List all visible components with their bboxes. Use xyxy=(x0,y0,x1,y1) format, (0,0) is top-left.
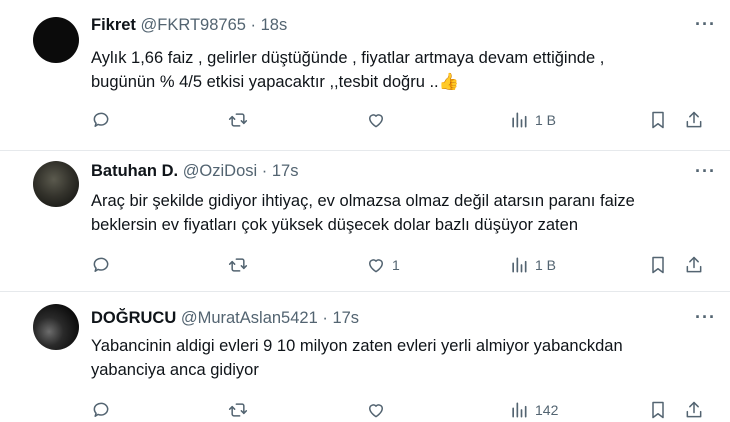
display-name[interactable]: Fikret xyxy=(91,16,136,34)
action-bar: 142 xyxy=(91,398,711,422)
avatar[interactable] xyxy=(33,17,79,63)
reply-icon xyxy=(93,402,109,417)
timestamp[interactable]: · 17s xyxy=(262,162,299,180)
bookmark-icon xyxy=(652,256,664,274)
tweet-text: Araç bir şekilde gidiyor ihtiyaç, ev olm… xyxy=(91,189,691,237)
views-icon xyxy=(512,112,527,128)
tweet-text-line: bugünün % 4/5 etkisi yapacaktır ,,tesbit… xyxy=(91,73,460,91)
retweet-icon xyxy=(228,258,248,272)
heart-icon xyxy=(369,114,383,128)
display-name[interactable]: DOĞRUCU xyxy=(91,309,176,327)
tweet[interactable]: Fikret @FKRT98765 · 18s ··· Aylık 1,66 f… xyxy=(0,0,730,150)
retweet-button[interactable] xyxy=(228,398,248,422)
bookmark-button[interactable] xyxy=(648,108,668,132)
bookmark-button[interactable] xyxy=(648,253,668,277)
heart-icon xyxy=(369,404,383,418)
tweet-text-line: beklersin ev fiyatları çok yüksek düşece… xyxy=(91,216,578,234)
reply-button[interactable] xyxy=(91,108,111,132)
more-options-icon[interactable]: ··· xyxy=(695,307,716,328)
action-bar: 1 B xyxy=(91,108,711,132)
views-button[interactable]: 1 B xyxy=(509,253,556,277)
views-icon xyxy=(512,402,527,418)
avatar[interactable] xyxy=(33,304,79,350)
share-icon xyxy=(686,256,702,273)
heart-icon xyxy=(369,259,383,273)
action-bar: 1 1 B xyxy=(91,253,711,277)
bookmark-button[interactable] xyxy=(648,398,668,422)
timestamp[interactable]: · 17s xyxy=(322,309,359,327)
avatar[interactable] xyxy=(33,161,79,207)
tweet-text: Yabancinin aldigi evleri 9 10 milyon zat… xyxy=(91,334,691,382)
view-count: 1 B xyxy=(535,112,557,128)
share-button[interactable] xyxy=(684,253,704,277)
like-count: 1 xyxy=(392,257,400,273)
timestamp[interactable]: · 18s xyxy=(251,16,288,34)
more-options-icon[interactable]: ··· xyxy=(695,14,716,35)
tweet-text-line: Yabancinin aldigi evleri 9 10 milyon zat… xyxy=(91,337,623,355)
view-count: 142 xyxy=(535,402,559,418)
view-count: 1 B xyxy=(535,257,557,273)
retweet-icon xyxy=(228,113,248,127)
tweet-text-line: Araç bir şekilde gidiyor ihtiyaç, ev olm… xyxy=(91,192,635,210)
share-button[interactable] xyxy=(684,398,704,422)
handle[interactable]: @MuratAslan5421 xyxy=(181,309,318,327)
tweet-text: Aylık 1,66 faiz , gelirler düştüğünde , … xyxy=(91,46,691,94)
handle[interactable]: @OziDosi xyxy=(183,162,258,180)
reply-icon xyxy=(93,257,109,272)
display-name[interactable]: Batuhan D. xyxy=(91,162,178,180)
bookmark-icon xyxy=(652,111,664,129)
views-button[interactable]: 142 xyxy=(509,398,558,422)
retweet-button[interactable] xyxy=(228,108,248,132)
tweet-header: Fikret @FKRT98765 · 18s xyxy=(91,16,287,35)
tweet-text-line: yabanciya anca gidiyor xyxy=(91,361,259,379)
share-button[interactable] xyxy=(684,108,704,132)
reply-button[interactable] xyxy=(91,398,111,422)
reply-button[interactable] xyxy=(91,253,111,277)
views-button[interactable]: 1 B xyxy=(509,108,556,132)
like-button[interactable]: 1 xyxy=(366,253,400,277)
retweet-icon xyxy=(228,403,248,417)
more-options-icon[interactable]: ··· xyxy=(695,161,716,182)
like-button[interactable] xyxy=(366,398,392,422)
views-icon xyxy=(512,257,527,273)
tweet[interactable]: DOĞRUCU @MuratAslan5421 · 17s ··· Yabanc… xyxy=(0,292,730,420)
reply-icon xyxy=(93,112,109,127)
tweet-header: Batuhan D. @OziDosi · 17s xyxy=(91,162,298,181)
retweet-button[interactable] xyxy=(228,253,248,277)
bookmark-icon xyxy=(652,401,664,419)
tweet-header: DOĞRUCU @MuratAslan5421 · 17s xyxy=(91,309,359,328)
handle[interactable]: @FKRT98765 xyxy=(141,16,246,34)
tweet-text-line: Aylık 1,66 faiz , gelirler düştüğünde , … xyxy=(91,49,605,67)
share-icon xyxy=(686,401,702,418)
tweet[interactable]: Batuhan D. @OziDosi · 17s ··· Araç bir ş… xyxy=(0,151,730,291)
share-icon xyxy=(686,111,702,128)
like-button[interactable] xyxy=(366,108,392,132)
